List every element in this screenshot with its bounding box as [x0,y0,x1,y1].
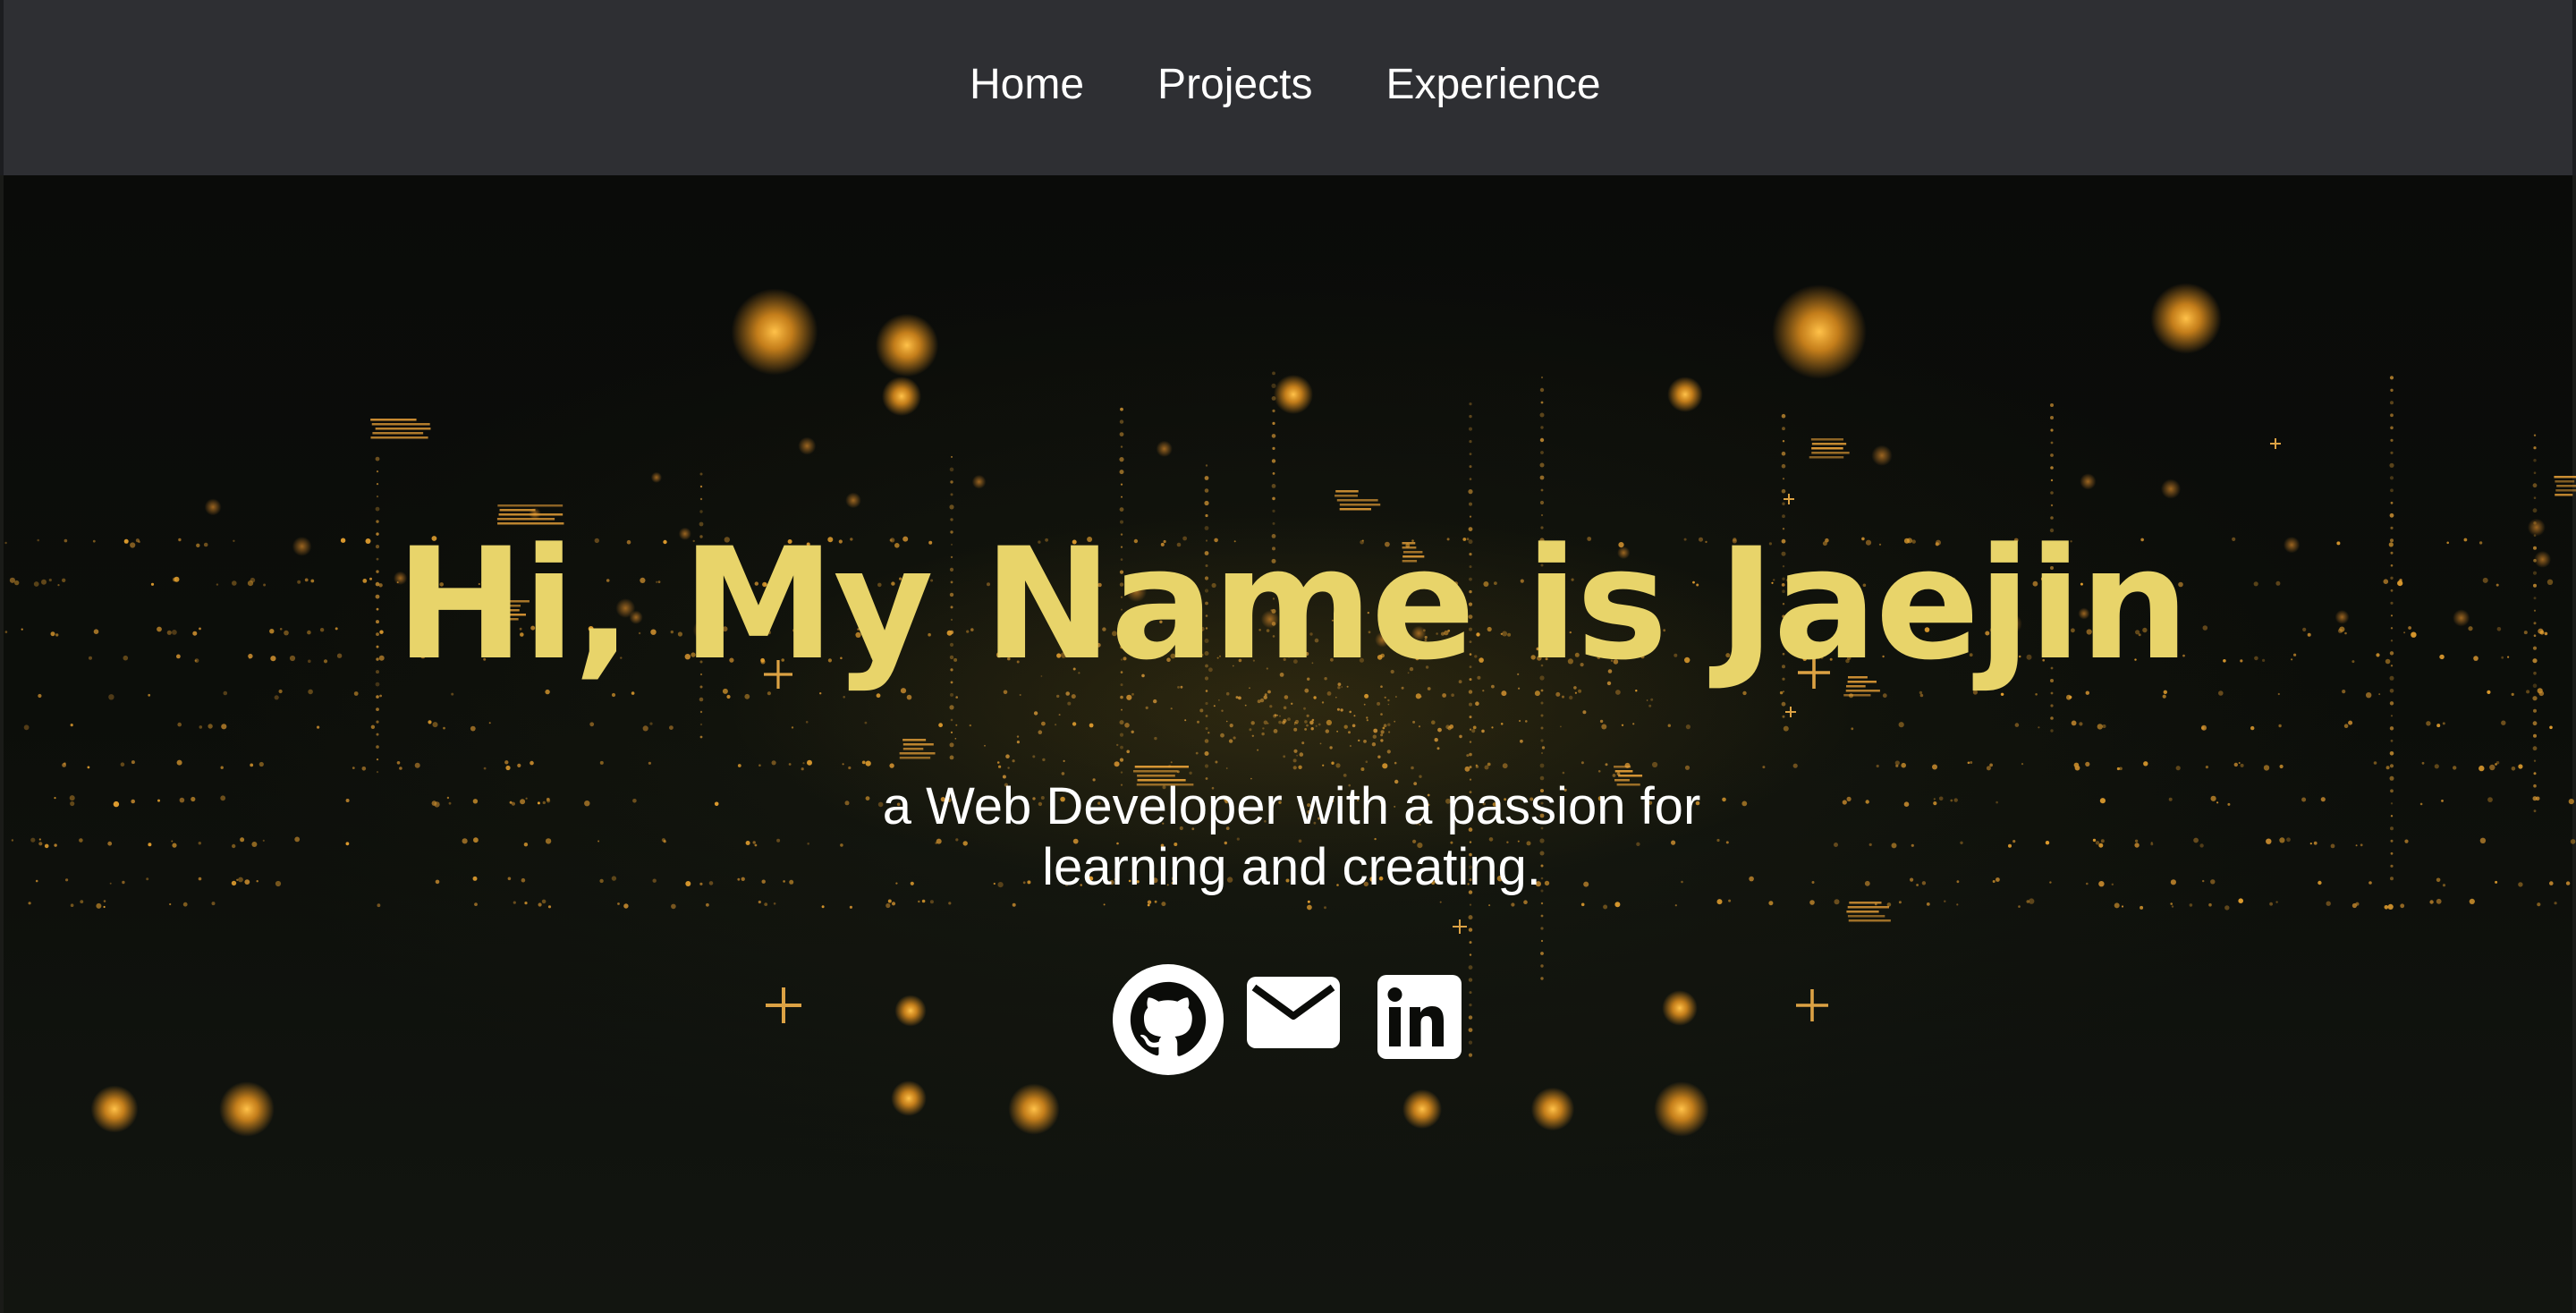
linkedin-link[interactable] [1377,975,1462,1059]
email-icon [1247,977,1340,1048]
hero-subtitle-line2: learning and creating. [1042,838,1541,896]
hero-title: Hi, My Name is Jaejin [395,514,2189,694]
github-icon [1113,964,1224,1075]
particle-background [4,283,2576,1137]
top-navbar: Home Projects Experience [0,0,2576,175]
nav-experience-link[interactable]: Experience [1385,55,1600,114]
nav-links: Home Projects Experience [970,55,1601,114]
hero-subtitle-line1: a Web Developer with a passion for [882,777,1701,835]
github-link[interactable] [1113,964,1224,1075]
portfolio-page: Home Projects Experience Hi, My Name is … [0,0,2576,1313]
linkedin-icon [1377,975,1462,1059]
hero-subtitle: a Web Developer with a passion for learn… [844,776,1739,898]
hero-section: Hi, My Name is Jaejin a Web Developer wi… [0,175,2576,1313]
nav-home-link[interactable]: Home [970,55,1084,114]
nav-projects-link[interactable]: Projects [1157,55,1312,114]
email-link[interactable] [1247,977,1340,1061]
social-links [1113,964,1470,1075]
